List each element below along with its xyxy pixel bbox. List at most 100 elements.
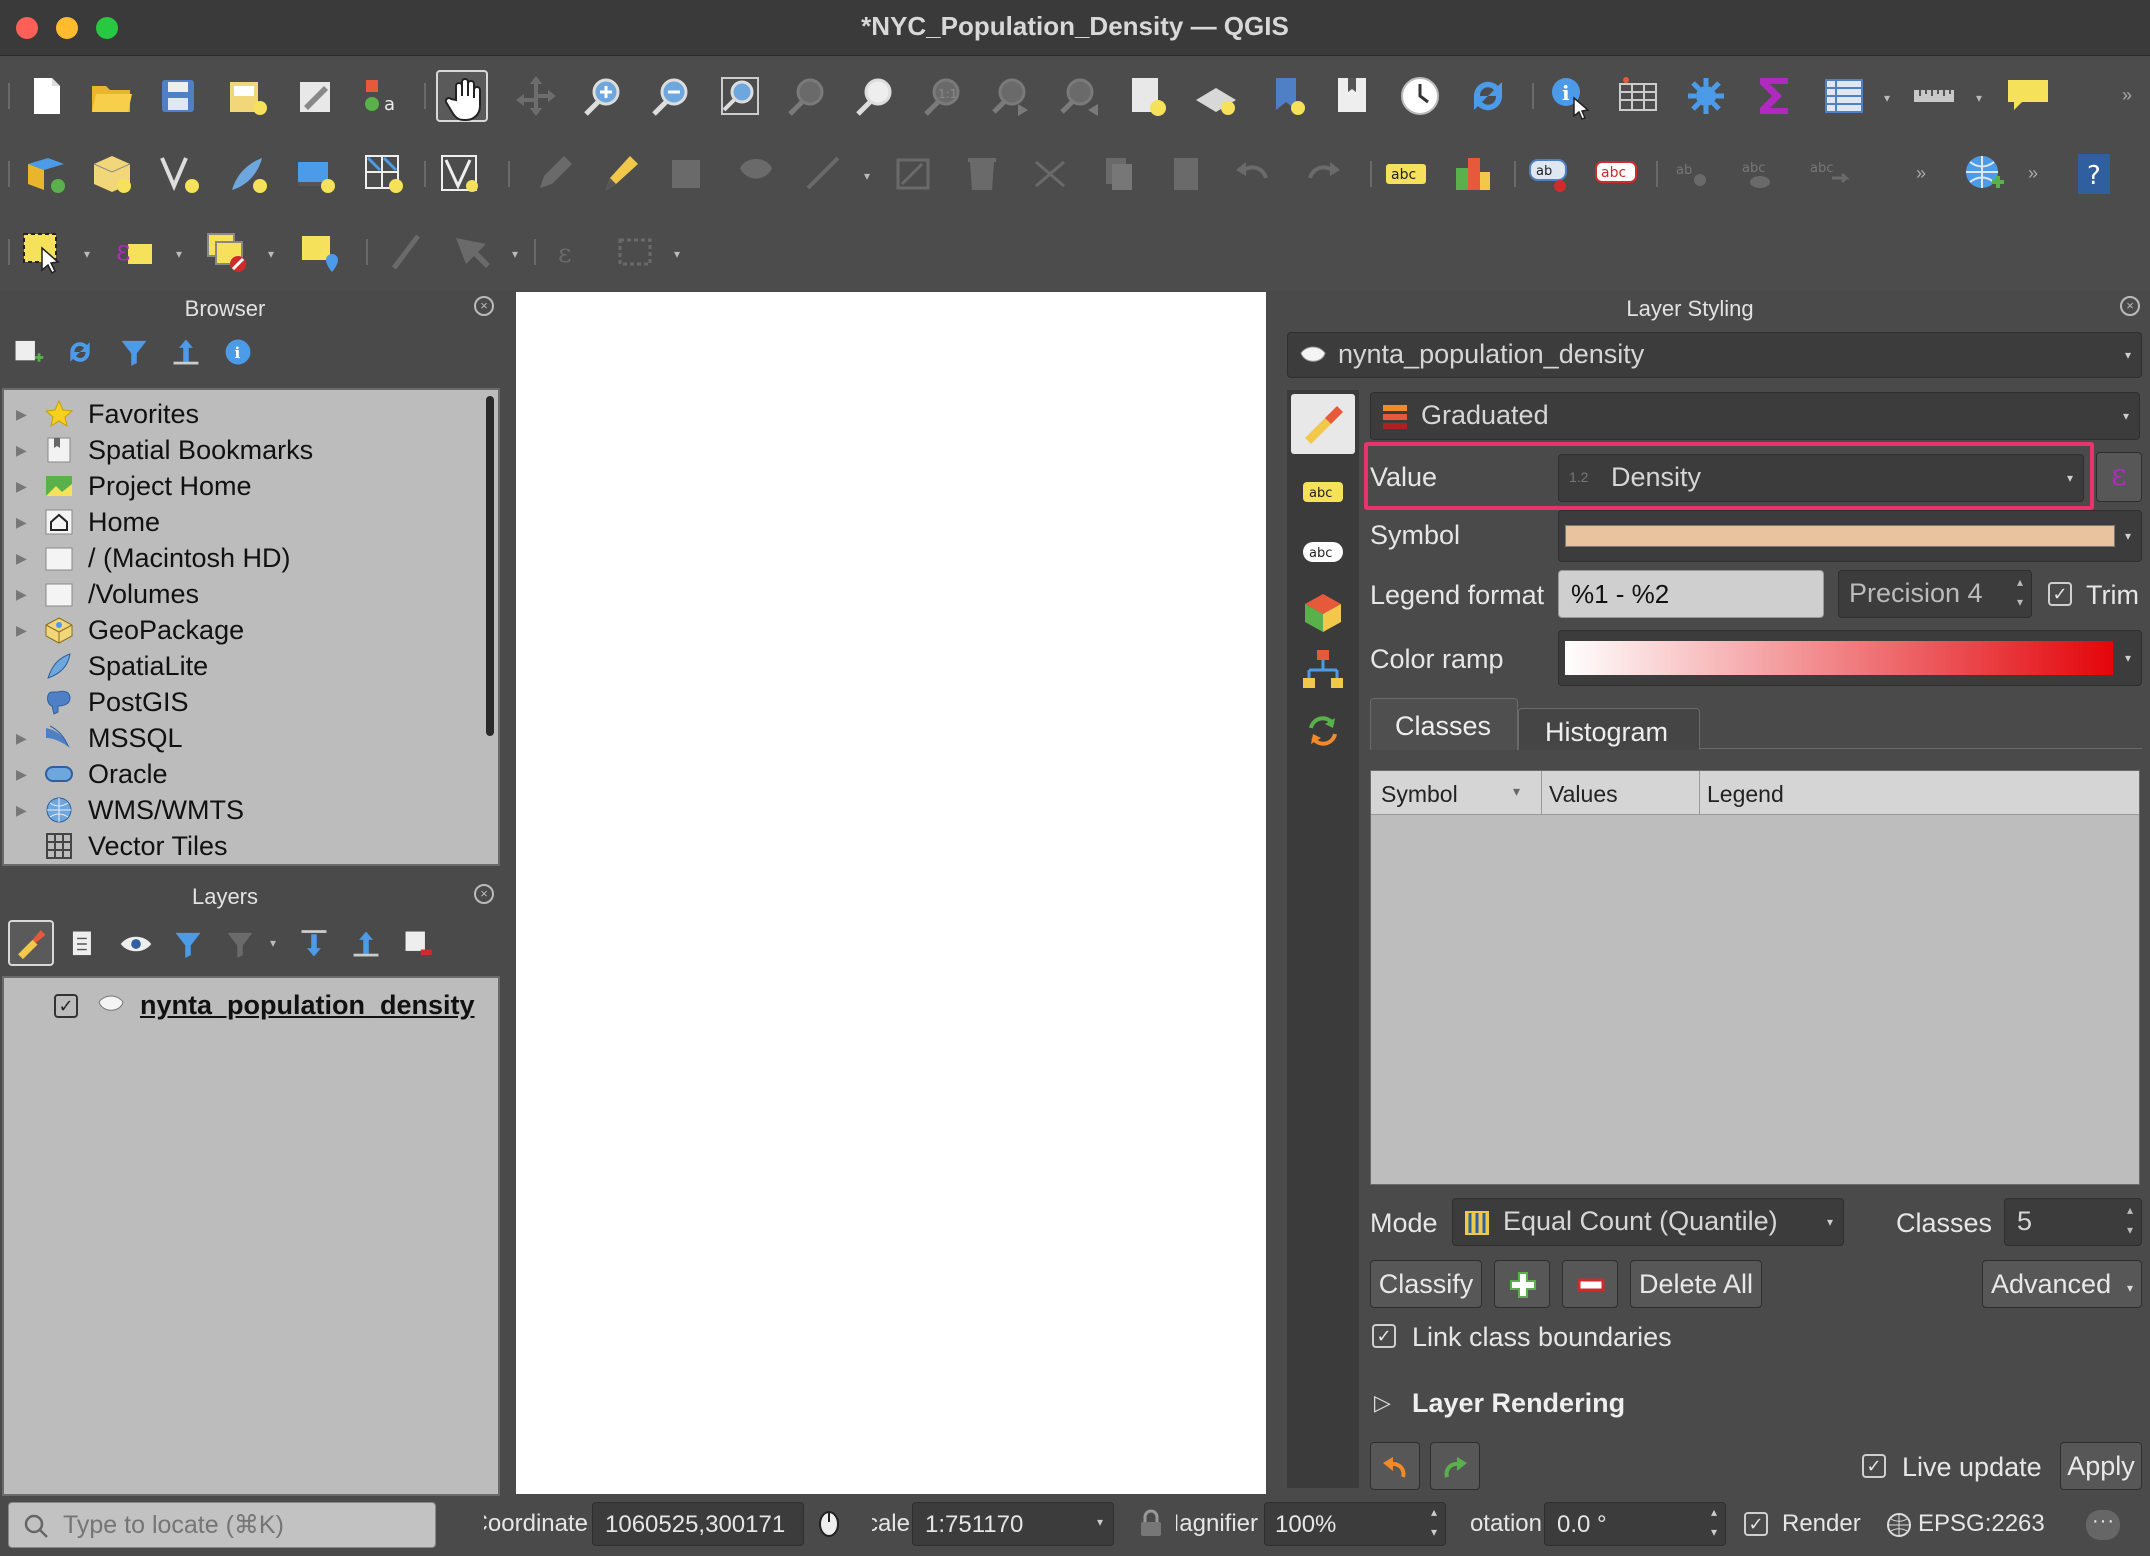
browser-item-spatial-bookmarks[interactable]: ▶ Spatial Bookmarks <box>4 432 484 468</box>
collapse-all-icon[interactable] <box>168 334 204 370</box>
zoom-last-icon[interactable] <box>986 70 1038 122</box>
diagrams-tab-icon[interactable] <box>1301 648 1345 692</box>
move-label-icon[interactable]: abc <box>1734 148 1786 200</box>
browser-item-geopackage[interactable]: ▶ GeoPackage <box>4 612 484 648</box>
filter-by-expression-icon[interactable] <box>222 926 258 962</box>
3d-view-tab-icon[interactable] <box>1301 590 1345 634</box>
modify-attributes-icon[interactable] <box>888 148 940 200</box>
new-shapefile-icon[interactable] <box>154 148 206 200</box>
annotation-rect-icon[interactable] <box>610 226 662 278</box>
identify-features-icon[interactable]: i <box>1544 70 1596 122</box>
classify-button[interactable]: Classify <box>1370 1260 1482 1308</box>
show-hide-labels-icon[interactable]: ab <box>1666 148 1718 200</box>
apply-button[interactable]: Apply <box>2060 1442 2142 1490</box>
symbology-tab[interactable] <box>1291 394 1355 454</box>
zoom-out-icon[interactable] <box>646 70 698 122</box>
vertex-tool-icon[interactable] <box>798 148 850 200</box>
refresh-icon[interactable] <box>1462 70 1514 122</box>
open-attribute-table-icon[interactable] <box>1612 70 1664 122</box>
delete-selected-icon[interactable] <box>956 148 1008 200</box>
new-bookmark-icon[interactable] <box>1262 70 1314 122</box>
layout-manager-icon[interactable] <box>290 70 342 122</box>
locator-search-field[interactable] <box>8 1502 436 1548</box>
layer-diagram-options-icon[interactable] <box>1448 148 1500 200</box>
labels-tab-icon[interactable]: abc <box>1301 470 1345 514</box>
trim-checkbox[interactable]: ✓ <box>2048 582 2072 606</box>
zoom-to-selection-icon[interactable] <box>782 70 834 122</box>
new-project-icon[interactable] <box>20 70 72 122</box>
layer-styling-close-icon[interactable]: × <box>2120 296 2140 316</box>
messages-icon[interactable]: ··· <box>2086 1510 2120 1540</box>
browser-close-icon[interactable]: × <box>474 296 494 316</box>
tab-classes[interactable]: Classes <box>1370 698 1518 750</box>
classes-table[interactable]: Symbol ▾ Values Legend <box>1370 770 2140 1185</box>
new-3d-map-view-icon[interactable] <box>1190 70 1242 122</box>
pan-map-icon[interactable] <box>436 70 488 122</box>
redo-style-button[interactable] <box>1430 1442 1480 1490</box>
zoom-to-layer-icon[interactable] <box>850 70 902 122</box>
browser-item-home[interactable]: ▶ Home <box>4 504 484 540</box>
layers-close-icon[interactable]: × <box>474 884 494 904</box>
browser-scrollbar[interactable] <box>486 396 494 736</box>
add-group-icon[interactable] <box>66 926 102 962</box>
add-selected-layers-icon[interactable] <box>10 334 46 370</box>
renderer-type-combo[interactable]: Graduated ▾ <box>1370 392 2140 440</box>
new-geopackage-icon[interactable] <box>86 148 138 200</box>
save-edits-icon[interactable] <box>662 148 714 200</box>
browser-item-postgis[interactable]: ▶ PostGIS <box>4 684 484 720</box>
expand-all-icon[interactable] <box>296 926 332 962</box>
advanced-button[interactable]: Advanced ▾ <box>1982 1260 2142 1308</box>
style-manager-icon[interactable]: a <box>356 70 408 122</box>
digitizing-icon[interactable] <box>434 148 486 200</box>
paste-features-icon[interactable] <box>1160 148 1212 200</box>
pan-to-selection-icon[interactable] <box>510 70 562 122</box>
highlight-pinned-labels-icon[interactable]: ab <box>1524 148 1576 200</box>
help-icon[interactable]: ? <box>2068 148 2120 200</box>
cut-features-icon[interactable] <box>1024 148 1076 200</box>
browser-item-macintosh-hd[interactable]: ▶ / (Macintosh HD) <box>4 540 484 576</box>
browser-item-spatialite[interactable]: ▶ SpatiaLite <box>4 648 484 684</box>
column-header-legend[interactable]: Legend <box>1707 781 1784 808</box>
symbol-button[interactable]: ▾ <box>1558 510 2142 562</box>
browser-item-favorites[interactable]: ▶ Favorites <box>4 396 484 432</box>
open-layer-styling-icon[interactable] <box>8 920 54 966</box>
select-by-expression-icon[interactable]: ε <box>110 226 162 278</box>
zoom-in-icon[interactable] <box>578 70 630 122</box>
precision-spinbox[interactable]: Precision 4 ▴ ▾ <box>1838 570 2032 618</box>
show-bookmarks-icon[interactable] <box>1326 70 1378 122</box>
browser-item-vector-tiles[interactable]: ▶ Vector Tiles <box>4 828 484 864</box>
column-header-values[interactable]: Values <box>1549 781 1618 808</box>
column-header-symbol[interactable]: Symbol <box>1381 781 1458 808</box>
add-class-button[interactable] <box>1494 1260 1550 1308</box>
undo-icon[interactable] <box>1228 148 1280 200</box>
layer-item[interactable]: ✓ nynta_population_density <box>50 986 490 1026</box>
filter-legend-icon[interactable] <box>170 926 206 962</box>
browser-item-volumes[interactable]: ▶ /Volumes <box>4 576 484 612</box>
annotation-text-icon[interactable]: ε <box>546 226 598 278</box>
select-features-icon[interactable] <box>18 226 70 278</box>
history-tab-icon[interactable] <box>1301 708 1345 752</box>
add-wms-layer-icon[interactable] <box>1958 148 2010 200</box>
expression-builder-button[interactable]: ε <box>2096 452 2142 502</box>
temporal-controller-icon[interactable] <box>1394 70 1446 122</box>
statistics-icon[interactable] <box>1748 70 1800 122</box>
rotate-label-icon[interactable]: abc <box>1802 148 1854 200</box>
refresh-browser-icon[interactable] <box>62 334 98 370</box>
toggle-editing-icon[interactable] <box>594 148 646 200</box>
add-polygon-feature-icon[interactable] <box>730 148 782 200</box>
classification-mode-combo[interactable]: Equal Count (Quantile) ▾ <box>1452 1198 1844 1246</box>
zoom-full-icon[interactable] <box>714 70 766 122</box>
copy-features-icon[interactable] <box>1092 148 1144 200</box>
zoom-native-icon[interactable]: 1:1 <box>918 70 970 122</box>
new-virtual-layer-icon[interactable] <box>358 148 410 200</box>
browser-item-wms-wmts[interactable]: ▶ WMS/WMTS <box>4 792 484 828</box>
map-tips-icon[interactable] <box>2002 70 2054 122</box>
new-spatialite-icon[interactable] <box>222 148 274 200</box>
filter-browser-icon[interactable] <box>116 334 152 370</box>
classes-count-spinbox[interactable]: 5 ▴ ▾ <box>2004 1198 2142 1246</box>
layer-rendering-section[interactable]: ▷ Layer Rendering <box>1370 1386 1870 1426</box>
zoom-next-icon[interactable] <box>1054 70 1106 122</box>
layer-labeling-options-icon[interactable]: abc <box>1380 148 1432 200</box>
lock-scale-icon[interactable] <box>1138 1508 1164 1540</box>
open-project-icon[interactable] <box>86 70 138 122</box>
